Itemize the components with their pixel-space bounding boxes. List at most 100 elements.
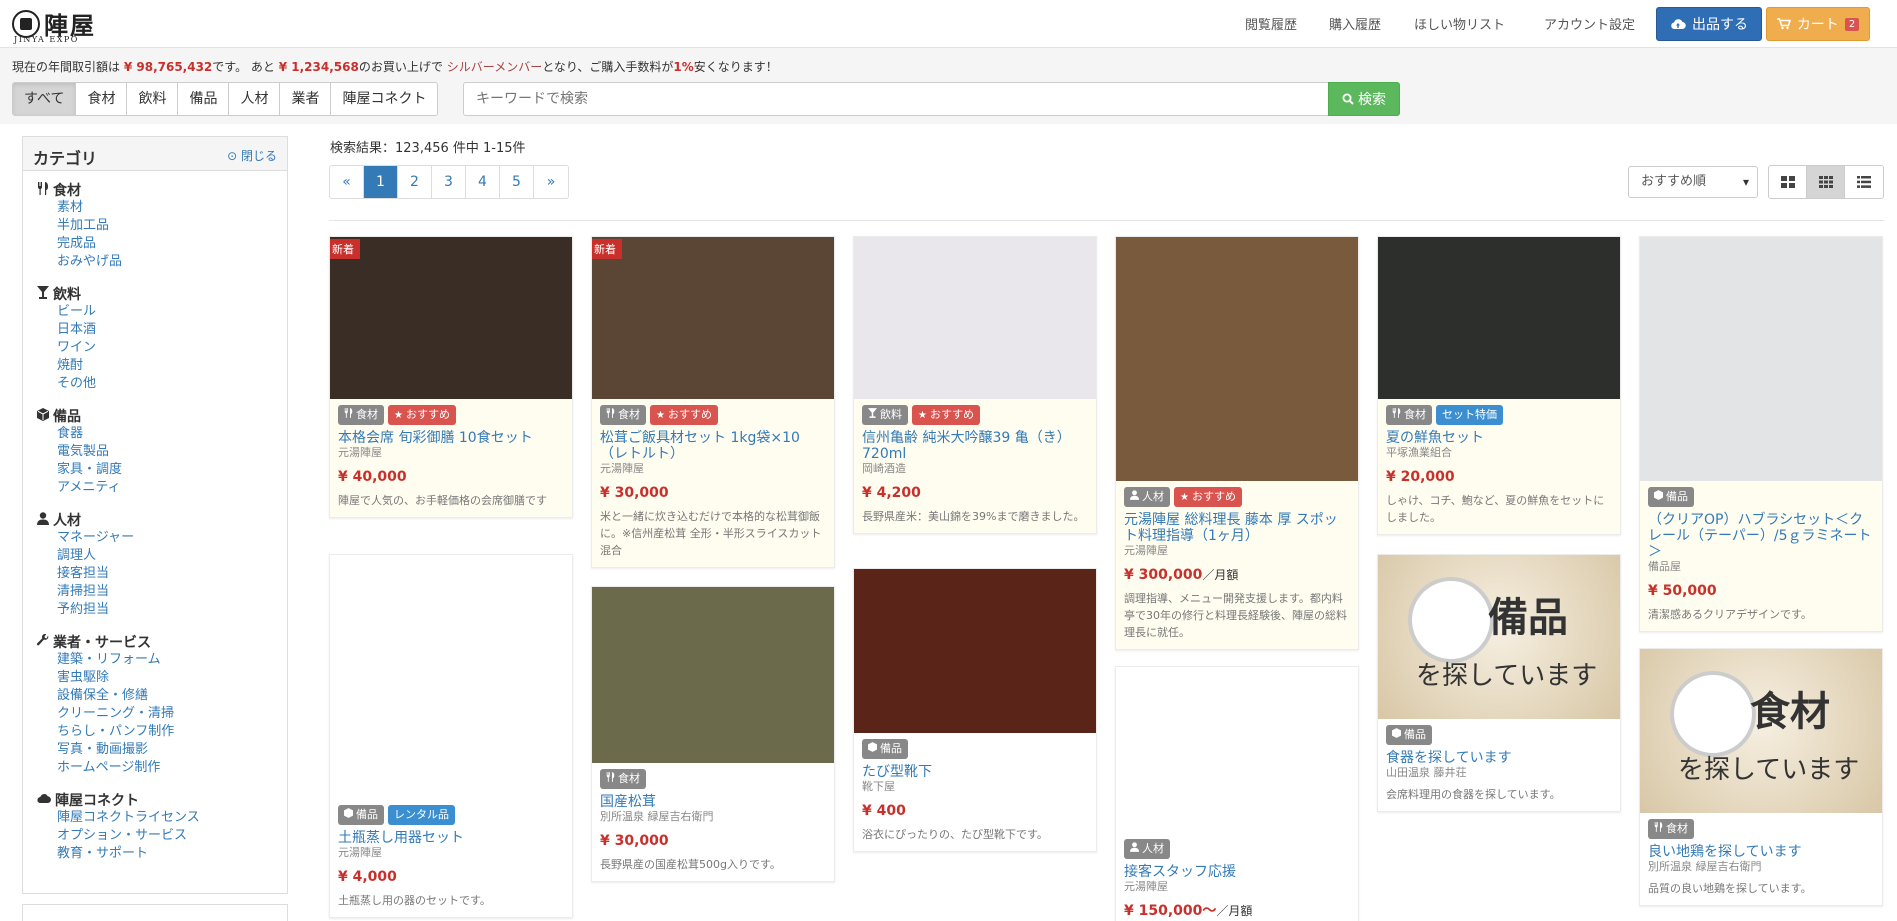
sort-select[interactable]: おすすめ順 <box>1628 166 1758 198</box>
product-card[interactable]: 人材 接客スタッフ応援 元湯陣屋 ¥ 150,000～／月額 <box>1115 666 1359 921</box>
sidebar-close-button[interactable]: ⊙ 閉じる <box>227 147 277 164</box>
category-heading[interactable]: 人材 <box>37 511 134 529</box>
product-title[interactable]: 松茸ご飯具材セット 1kg袋×10（レトルト） <box>600 430 826 462</box>
product-badges: 食材 セット特価 <box>1386 405 1612 425</box>
view-list-button[interactable] <box>1845 166 1883 198</box>
view-large-grid-button[interactable] <box>1769 166 1807 198</box>
nav-browse-history[interactable]: 閲覧履歴 <box>1245 14 1297 33</box>
pager-page-1[interactable]: 1 <box>364 166 398 198</box>
category-heading[interactable]: 食材 <box>37 181 122 199</box>
product-title[interactable]: 信州亀齢 純米大吟醸39 亀（き）720ml <box>862 430 1088 462</box>
product-image[interactable] <box>854 237 1096 399</box>
cart-button[interactable]: カート 2 <box>1766 7 1870 41</box>
category-heading[interactable]: 備品 <box>37 407 122 425</box>
category-link[interactable]: 素材 <box>37 199 122 217</box>
product-title[interactable]: たび型靴下 <box>862 764 1088 780</box>
category-heading-label: 備品 <box>53 409 81 425</box>
product-image[interactable] <box>1378 237 1620 399</box>
view-small-grid-button[interactable] <box>1807 166 1845 198</box>
category-link[interactable]: ワイン <box>37 339 96 357</box>
category-heading[interactable]: 陣屋コネクト <box>37 791 200 809</box>
category-link[interactable]: 予約担当 <box>37 601 134 619</box>
tab-staff[interactable]: 人材 <box>229 83 281 115</box>
pager-page-3[interactable]: 3 <box>432 166 466 198</box>
product-image[interactable]: 食材 を探しています <box>1640 649 1882 813</box>
product-image[interactable]: 新着 <box>592 237 834 399</box>
category-link[interactable]: オプション・サービス <box>37 827 200 845</box>
category-link[interactable]: ホームページ制作 <box>37 759 174 777</box>
tab-supplies[interactable]: 備品 <box>178 83 230 115</box>
product-title[interactable]: 夏の鮮魚セット <box>1386 430 1612 446</box>
product-title[interactable]: （クリアOP）ハブラシセット＜クレール（テーパー）/5ｇラミネート＞ <box>1648 512 1874 560</box>
pager-page-2[interactable]: 2 <box>398 166 432 198</box>
category-link[interactable]: その他 <box>37 375 96 393</box>
product-card[interactable]: 新着 食材 ★ おすすめ 本格会席 旬彩御膳 10食セット 元湯陣屋 ¥ 40,00… <box>329 236 573 518</box>
category-link[interactable]: アメニティ <box>37 479 122 497</box>
product-title[interactable]: 良い地鶏を探しています <box>1648 844 1874 860</box>
category-link[interactable]: 清掃担当 <box>37 583 134 601</box>
category-link[interactable]: 害虫駆除 <box>37 669 174 687</box>
pager-prev[interactable]: « <box>330 166 364 198</box>
category-link[interactable]: ちらし・パンフ制作 <box>37 723 174 741</box>
product-card[interactable]: 食材 国産松茸 別所温泉 緑屋吉右衛門 ¥ 30,000 長野県産の国産松茸50… <box>591 586 835 882</box>
category-link[interactable]: クリーニング・清掃 <box>37 705 174 723</box>
nav-wishlist[interactable]: ほしい物リスト <box>1414 14 1505 33</box>
nav-account-settings[interactable]: アカウント設定 <box>1544 14 1635 33</box>
pager-page-5[interactable]: 5 <box>500 166 534 198</box>
category-link[interactable]: 半加工品 <box>37 217 122 235</box>
product-image[interactable]: 新着 <box>330 237 572 399</box>
product-card[interactable]: 備品 たび型靴下 靴下屋 ¥ 400 浴衣にぴったりの、たび型靴下です。 <box>853 568 1097 852</box>
category-link[interactable]: マネージャー <box>37 529 134 547</box>
category-link[interactable]: 接客担当 <box>37 565 134 583</box>
category-link[interactable]: 電気製品 <box>37 443 122 461</box>
product-title[interactable]: 食器を探しています <box>1386 750 1612 766</box>
category-link[interactable]: 完成品 <box>37 235 122 253</box>
product-image[interactable] <box>330 555 572 799</box>
pager-next[interactable]: » <box>534 166 568 198</box>
category-link[interactable]: 設備保全・修繕 <box>37 687 174 705</box>
category-link[interactable]: ビール <box>37 303 96 321</box>
category-link[interactable]: 食器 <box>37 425 122 443</box>
product-image[interactable] <box>854 569 1096 733</box>
category-link[interactable]: おみやげ品 <box>37 253 122 271</box>
category-link[interactable]: 日本酒 <box>37 321 96 339</box>
product-card[interactable]: 食材 セット特価 夏の鮮魚セット 平塚漁業組合 ¥ 20,000 しゃけ、コチ、鮑… <box>1377 236 1621 535</box>
product-card[interactable]: 新着 食材 ★ おすすめ 松茸ご飯具材セット 1kg袋×10（レトルト） 元湯陣屋 … <box>591 236 835 568</box>
product-card[interactable]: 備品 レンタル品 土瓶蒸し用器セット 元湯陣屋 ¥ 4,000 土瓶蒸し用の器のセ… <box>329 554 573 918</box>
product-image[interactable]: 備品 を探しています <box>1378 555 1620 719</box>
category-link[interactable]: 焼酎 <box>37 357 96 375</box>
tab-vendors[interactable]: 業者 <box>280 83 332 115</box>
jinya-logo[interactable]: 陣屋 JINYA EXPO <box>10 4 100 44</box>
category-link[interactable]: 写真・動画撮影 <box>37 741 174 759</box>
product-image[interactable] <box>592 587 834 763</box>
product-title[interactable]: 国産松茸 <box>600 794 826 810</box>
product-card[interactable]: 食材 を探しています 食材 良い地鶏を探しています 別所温泉 緑屋吉右衛門 品質… <box>1639 648 1883 906</box>
category-link[interactable]: 家具・調度 <box>37 461 122 479</box>
tab-food[interactable]: 食材 <box>76 83 128 115</box>
product-image[interactable] <box>1116 667 1358 833</box>
category-heading[interactable]: 業者・サービス <box>36 633 174 651</box>
product-title[interactable]: 土瓶蒸し用器セット <box>338 830 564 846</box>
product-image[interactable] <box>1640 237 1882 481</box>
sell-button[interactable]: 出品する <box>1656 7 1762 41</box>
nav-purchase-history[interactable]: 購入履歴 <box>1329 14 1381 33</box>
product-card[interactable]: 備品 を探しています 備品 食器を探しています 山田温泉 藤井荘 会席料理用の食… <box>1377 554 1621 812</box>
search-button[interactable]: 検索 <box>1328 82 1400 116</box>
category-link[interactable]: 調理人 <box>37 547 134 565</box>
tab-all[interactable]: すべて <box>13 83 77 115</box>
product-card[interactable]: 人材 ★ おすすめ 元湯陣屋 総料理長 藤本 厚 スポット料理指導（1ヶ月） 元湯陣… <box>1115 236 1359 650</box>
product-title[interactable]: 本格会席 旬彩御膳 10食セット <box>338 430 564 446</box>
category-link[interactable]: 建築・リフォーム <box>37 651 174 669</box>
product-card[interactable]: 飲料 ★ おすすめ 信州亀齢 純米大吟醸39 亀（き）720ml 岡崎酒造 ¥ 4,… <box>853 236 1097 534</box>
pager-page-4[interactable]: 4 <box>466 166 500 198</box>
tab-jinya-connect[interactable]: 陣屋コネクト <box>331 83 438 115</box>
product-card[interactable]: 備品 （クリアOP）ハブラシセット＜クレール（テーパー）/5ｇラミネート＞ 備品… <box>1639 236 1883 632</box>
product-title[interactable]: 接客スタッフ応援 <box>1124 864 1350 880</box>
product-image[interactable] <box>1116 237 1358 481</box>
search-input[interactable] <box>463 82 1329 116</box>
tab-drinks[interactable]: 飲料 <box>127 83 179 115</box>
category-link[interactable]: 陣屋コネクトライセンス <box>37 809 200 827</box>
product-title[interactable]: 元湯陣屋 総料理長 藤本 厚 スポット料理指導（1ヶ月） <box>1124 512 1350 544</box>
category-heading[interactable]: 飲料 <box>37 285 96 303</box>
category-link[interactable]: 教育・サポート <box>37 845 200 863</box>
